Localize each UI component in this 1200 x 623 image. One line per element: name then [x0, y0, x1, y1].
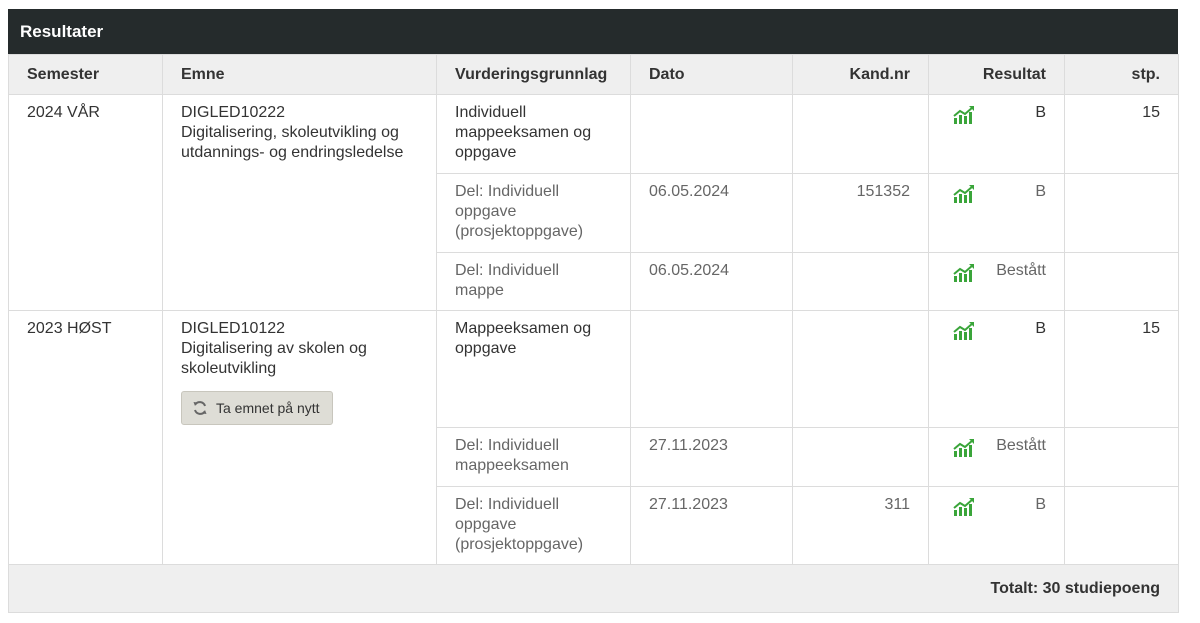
credits-cell: [1064, 486, 1179, 565]
total-credits: Totalt: 30 studiepoeng: [8, 564, 1179, 613]
result-value: Bestått: [996, 437, 1046, 454]
panel-title: Resultater: [8, 9, 1178, 54]
table-row: 2024 VÅR DIGLED10222 Digitalisering, sko…: [8, 94, 1179, 311]
date-cell: [630, 310, 793, 428]
total-row: Totalt: 30 studiepoeng: [8, 564, 1179, 613]
result-cell: B: [928, 486, 1065, 565]
result-value: B: [1035, 104, 1046, 121]
credits-cell: [1064, 427, 1179, 487]
candidate-cell: [792, 310, 929, 428]
credits-cell: [1064, 173, 1179, 253]
course-name: Digitalisering, skoleutvikling og utdann…: [181, 124, 404, 161]
col-resultat: Resultat: [928, 54, 1065, 95]
semester-cell: 2024 VÅR: [8, 94, 163, 311]
result-cell: Bestått: [928, 427, 1065, 487]
bar-chart-trend-icon[interactable]: [953, 497, 975, 517]
assessment-cell: Del: Individuell oppgave (prosjektoppgav…: [436, 173, 631, 253]
retake-course-button[interactable]: Ta emnet på nytt: [181, 391, 333, 425]
candidate-cell: 151352: [792, 173, 929, 253]
assessment-cell: Individuell mappeeksamen og oppgave: [436, 94, 631, 174]
course-cell: DIGLED10122 Digitalisering av skolen og …: [162, 310, 437, 565]
results-table: Semester Emne Vurderingsgrunnlag Dato Ka…: [8, 54, 1179, 613]
result-cell: B: [928, 310, 1065, 428]
candidate-cell: [792, 252, 929, 311]
date-cell: 06.05.2024: [630, 252, 793, 311]
result-cell: B: [928, 173, 1065, 253]
assessment-cell: Mappeeksamen og oppgave: [436, 310, 631, 428]
refresh-icon: [193, 401, 207, 415]
credits-cell: [1064, 252, 1179, 311]
credits-cell: 15: [1064, 310, 1179, 428]
course-code: DIGLED10222: [181, 104, 286, 121]
date-cell: 27.11.2023: [630, 427, 793, 487]
course-name: Digitalisering av skolen og skoleutvikli…: [181, 340, 367, 377]
bar-chart-trend-icon[interactable]: [953, 184, 975, 204]
candidate-cell: [792, 94, 929, 174]
bar-chart-trend-icon[interactable]: [953, 438, 975, 458]
date-cell: 27.11.2023: [630, 486, 793, 565]
credits-cell: 15: [1064, 94, 1179, 174]
bar-chart-trend-icon[interactable]: [953, 105, 975, 125]
col-vurderingsgrunnlag: Vurderingsgrunnlag: [436, 54, 631, 95]
semester-cell: 2023 HØST: [8, 310, 163, 565]
result-value: Bestått: [996, 262, 1046, 279]
course-code: DIGLED10122: [181, 320, 286, 337]
retake-course-label: Ta emnet på nytt: [216, 400, 320, 416]
result-value: B: [1035, 183, 1046, 200]
bar-chart-trend-icon[interactable]: [953, 321, 975, 341]
result-cell: Bestått: [928, 252, 1065, 311]
date-cell: 06.05.2024: [630, 173, 793, 253]
col-semester: Semester: [8, 54, 163, 95]
table-header-row: Semester Emne Vurderingsgrunnlag Dato Ka…: [8, 54, 1179, 95]
table-row: 2023 HØST DIGLED10122 Digitalisering av …: [8, 310, 1179, 565]
candidate-cell: 311: [792, 486, 929, 565]
result-cell: B: [928, 94, 1065, 174]
candidate-cell: [792, 427, 929, 487]
course-cell: DIGLED10222 Digitalisering, skoleutvikli…: [162, 94, 437, 311]
results-panel: Resultater Semester Emne Vurderingsgrunn…: [8, 9, 1179, 613]
bar-chart-trend-icon[interactable]: [953, 263, 975, 283]
result-value: B: [1035, 496, 1046, 513]
col-stp: stp.: [1064, 54, 1179, 95]
col-emne: Emne: [162, 54, 437, 95]
assessment-cell: Del: Individuell oppgave (prosjektoppgav…: [436, 486, 631, 565]
assessment-cell: Del: Individuell mappeeksamen: [436, 427, 631, 487]
col-dato: Dato: [630, 54, 793, 95]
col-kandnr: Kand.nr: [792, 54, 929, 95]
date-cell: [630, 94, 793, 174]
result-value: B: [1035, 320, 1046, 337]
assessment-cell: Del: Individuell mappe: [436, 252, 631, 311]
